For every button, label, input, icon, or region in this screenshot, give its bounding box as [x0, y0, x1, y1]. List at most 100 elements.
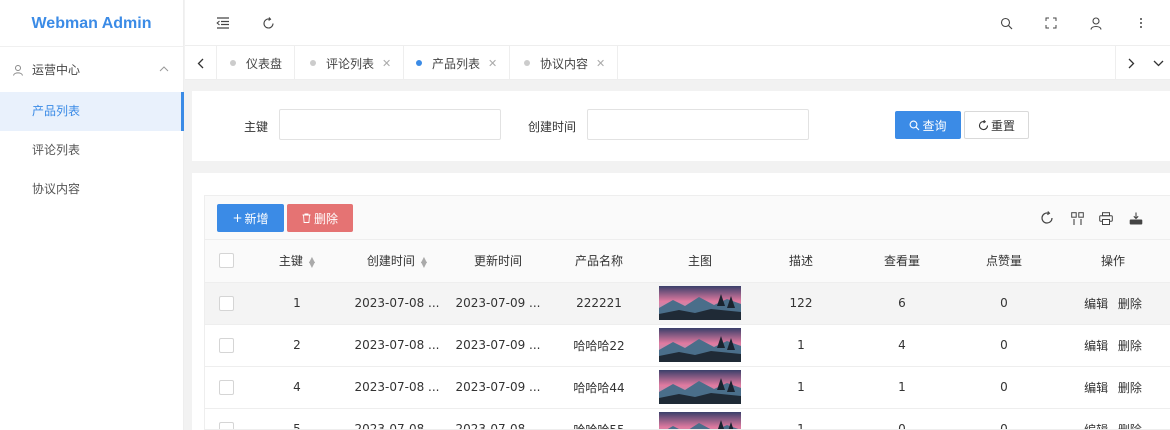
cell-image: [649, 366, 751, 409]
row-select-cell: [205, 282, 247, 325]
cell-desc: 1: [751, 408, 851, 429]
batch-delete-label: 删除: [313, 211, 338, 226]
tab-label: 产品列表: [432, 56, 481, 71]
search-icon: [909, 120, 920, 131]
tabs-scroll-right-icon[interactable]: [1115, 46, 1147, 80]
delete-link[interactable]: 删除: [1118, 423, 1142, 430]
cell-updated: 2023-07-09 ...: [447, 324, 549, 367]
cell-created: 2023-07-08 ...: [347, 282, 447, 325]
tab-products[interactable]: 产品列表 ✕: [404, 46, 511, 80]
tabs-dropdown-icon[interactable]: [1147, 46, 1170, 80]
close-icon[interactable]: ✕: [596, 57, 605, 70]
product-thumbnail[interactable]: [659, 370, 741, 404]
sort-icon[interactable]: ▲ ▼: [421, 255, 427, 268]
created-time-input[interactable]: [587, 109, 809, 140]
column-header-created[interactable]: 创建时间 ▲ ▼: [347, 240, 447, 283]
row-select-cell: [205, 408, 247, 429]
cell-actions: 编辑 删除: [1055, 324, 1170, 367]
product-thumbnail[interactable]: [659, 412, 741, 429]
menu-group-operations[interactable]: 运营中心: [0, 46, 183, 92]
column-header-image: 主图: [649, 240, 751, 283]
batch-delete-button[interactable]: 删除: [287, 204, 353, 232]
cell-views: 1: [851, 366, 953, 409]
plus-icon: +: [232, 211, 243, 225]
cell-likes: 0: [953, 324, 1055, 367]
cell-created: 2023-07-08 ...: [347, 324, 447, 367]
row-select-cell: [205, 324, 247, 367]
key-input[interactable]: [279, 109, 501, 140]
refresh-icon[interactable]: [1038, 209, 1056, 227]
delete-link[interactable]: 删除: [1118, 297, 1142, 311]
column-header-id[interactable]: 主键 ▲ ▼: [247, 240, 347, 283]
user-icon[interactable]: [1087, 14, 1105, 32]
cell-updated: 2023-07-09 ...: [447, 282, 549, 325]
data-table: 主键 ▲ ▼ 创建时间 ▲ ▼ 更新时间 产品名称 主图 描述 查看量 点赞量 操作 1…: [205, 240, 1170, 430]
top-header: [185, 0, 1170, 46]
row-checkbox[interactable]: [218, 295, 234, 311]
cell-likes: 0: [953, 408, 1055, 429]
close-icon[interactable]: ✕: [488, 57, 497, 70]
edit-link[interactable]: 编辑: [1084, 423, 1108, 430]
cell-id: 4: [247, 366, 347, 409]
cell-views: 6: [851, 282, 953, 325]
tab-label: 协议内容: [540, 56, 589, 71]
reset-button[interactable]: 重置: [964, 111, 1029, 139]
tabs-scroll-left-icon[interactable]: [185, 46, 217, 80]
sidebar: Webman Admin 运营中心 产品列表 评论列表 协议内容: [0, 0, 184, 430]
columns-icon[interactable]: [1068, 209, 1086, 227]
table-row: 2 2023-07-08 ... 2023-07-09 ... 哈哈哈22 1 …: [205, 324, 1170, 367]
menu-fold-icon[interactable]: [214, 14, 232, 32]
query-button[interactable]: 查询: [895, 111, 961, 139]
table-row: 1 2023-07-08 ... 2023-07-09 ... 222221 1…: [205, 282, 1170, 325]
sort-icon[interactable]: ▲ ▼: [309, 255, 315, 268]
sidebar-item-agreements[interactable]: 协议内容: [0, 170, 183, 209]
close-icon[interactable]: ✕: [382, 57, 391, 70]
sidebar-item-comments[interactable]: 评论列表: [0, 131, 183, 170]
cell-likes: 0: [953, 282, 1055, 325]
product-thumbnail[interactable]: [659, 328, 741, 362]
edit-link[interactable]: 编辑: [1084, 381, 1108, 395]
table-toolbar: + 新增 删除: [205, 196, 1170, 240]
reset-button-label: 重置: [990, 118, 1015, 133]
cell-id: 5: [247, 408, 347, 429]
tab-agreements[interactable]: 协议内容 ✕: [512, 46, 619, 80]
add-button-label: 新增: [244, 211, 269, 226]
cell-desc: 1: [751, 324, 851, 367]
cell-image: [649, 408, 751, 429]
refresh-icon[interactable]: [259, 14, 277, 32]
column-header-desc: 描述: [751, 240, 851, 283]
edit-link[interactable]: 编辑: [1084, 339, 1108, 353]
more-icon[interactable]: [1132, 14, 1150, 32]
search-icon[interactable]: [997, 14, 1015, 32]
cell-desc: 1: [751, 366, 851, 409]
export-icon[interactable]: [1127, 209, 1145, 227]
print-icon[interactable]: [1097, 209, 1115, 227]
cell-updated: 2023-07-08 ...: [447, 408, 549, 429]
product-thumbnail[interactable]: [659, 286, 741, 320]
column-header-actions: 操作: [1055, 240, 1170, 283]
data-table-container: + 新增 删除 主键 ▲ ▼ 创建时间 ▲ ▼ 更新时间 产品名称 主图 描述 …: [204, 195, 1170, 430]
tab-dashboard[interactable]: 仪表盘: [218, 46, 296, 80]
table-body: 1 2023-07-08 ... 2023-07-09 ... 222221 1…: [205, 282, 1170, 430]
column-label: 主键: [278, 254, 303, 269]
cell-created: 2023-07-08 ...: [347, 366, 447, 409]
row-checkbox[interactable]: [218, 379, 234, 395]
cell-actions: 编辑 删除: [1055, 408, 1170, 430]
tab-comments[interactable]: 评论列表 ✕: [298, 46, 405, 80]
cell-name: 哈哈哈55: [549, 408, 649, 429]
tab-dot: [524, 60, 530, 66]
row-checkbox[interactable]: [218, 421, 234, 429]
select-all-checkbox[interactable]: [218, 253, 234, 269]
cell-image: [649, 282, 751, 325]
delete-link[interactable]: 删除: [1118, 339, 1142, 353]
edit-link[interactable]: 编辑: [1084, 297, 1108, 311]
fullscreen-icon[interactable]: [1042, 14, 1060, 32]
delete-link[interactable]: 删除: [1118, 381, 1142, 395]
tab-dot: [230, 60, 236, 66]
sidebar-item-products[interactable]: 产品列表: [0, 92, 184, 131]
add-button[interactable]: + 新增: [217, 204, 284, 232]
cell-id: 1: [247, 282, 347, 325]
row-checkbox[interactable]: [218, 337, 234, 353]
cell-actions: 编辑 删除: [1055, 282, 1170, 325]
cell-name: 哈哈哈22: [549, 324, 649, 367]
